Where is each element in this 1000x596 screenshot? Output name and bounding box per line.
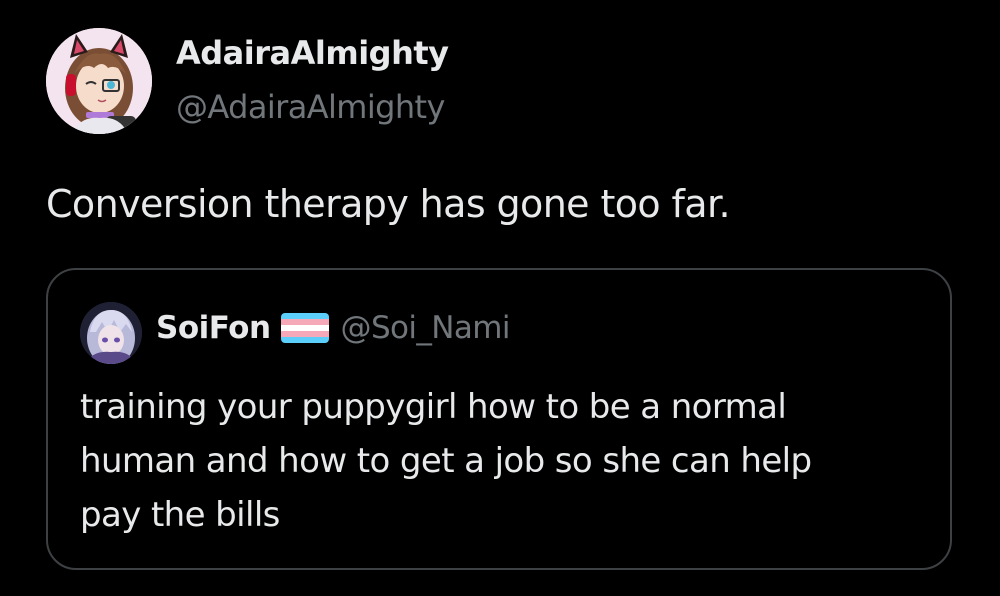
quoted-tweet-card[interactable]: SoiFon @Soi_Nami training your puppygirl… xyxy=(46,268,952,570)
quoted-author-handle[interactable]: @Soi_Nami xyxy=(341,310,511,346)
quoted-tweet-text: training your puppygirl how to be a norm… xyxy=(80,380,920,542)
transgender-flag-icon xyxy=(280,313,329,343)
tweet: AdairaAlmighty @AdairaAlmighty Conversio… xyxy=(0,0,1000,596)
author-handle[interactable]: @AdairaAlmighty xyxy=(176,88,445,126)
tweet-text: Conversion therapy has gone too far. xyxy=(46,182,731,226)
anime-girl-avatar-icon xyxy=(46,28,152,134)
quoted-tweet-text-line: training your puppygirl how to be a norm… xyxy=(80,387,787,427)
user-avatar[interactable] xyxy=(46,28,152,134)
anime-character-avatar-icon xyxy=(80,302,142,364)
quoted-tweet-header: SoiFon @Soi_Nami xyxy=(156,310,511,346)
quoted-author-display-name[interactable]: SoiFon xyxy=(156,310,271,346)
quoted-tweet-text-line: human and how to get a job so she can he… xyxy=(80,441,812,481)
author-display-name[interactable]: AdairaAlmighty xyxy=(176,34,449,72)
quoted-tweet-text-line: pay the bills xyxy=(80,495,280,535)
quoted-user-avatar[interactable] xyxy=(80,302,142,364)
